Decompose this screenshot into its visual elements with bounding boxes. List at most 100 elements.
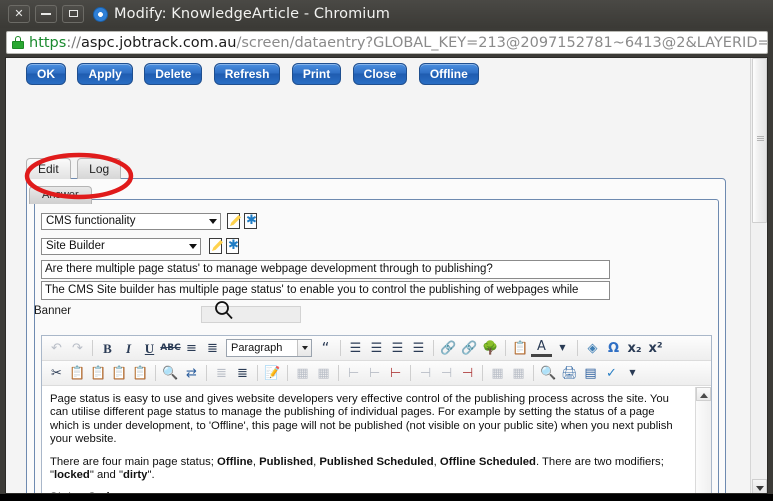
insert-column-before-icon[interactable]: ⊣	[415, 363, 436, 384]
italic-icon[interactable]: I	[118, 338, 139, 359]
address-bar[interactable]: https://aspc.jobtrack.com.au/screen/data…	[6, 31, 768, 54]
edit-subcategory-icon[interactable]	[209, 238, 224, 254]
scrollbar-thumb[interactable]	[752, 58, 767, 223]
indent-icon[interactable]: ≣	[232, 363, 253, 384]
unlink-icon[interactable]: 🔗	[459, 338, 480, 359]
apply-button[interactable]: Apply	[77, 63, 132, 85]
minimize-window-button[interactable]	[35, 5, 57, 23]
edit-source-icon[interactable]: 📝	[262, 363, 283, 384]
subscript-icon[interactable]: x₂	[624, 338, 645, 359]
toolbar-separator	[340, 340, 341, 356]
insert-table-icon[interactable]: ▦	[292, 363, 313, 384]
preview-icon[interactable]: 🔍	[538, 363, 559, 384]
superscript-icon[interactable]: x²	[645, 338, 666, 359]
new-category-icon[interactable]: ✱	[244, 213, 259, 229]
toolbar-separator	[206, 365, 207, 381]
p2-text-e: " and "	[90, 469, 123, 481]
bullet-list-icon[interactable]: ≡	[181, 338, 202, 359]
ok-button[interactable]: OK	[26, 63, 66, 85]
action-toolbar: OK Apply Delete Refresh Print Close Offl…	[6, 63, 752, 95]
paragraph-style-select[interactable]: Paragraph	[226, 339, 312, 357]
insert-template-icon[interactable]: 📋	[510, 338, 531, 359]
paste-word-icon[interactable]: 📋	[130, 363, 151, 384]
mouse-cursor-magnifier-icon	[214, 300, 236, 322]
special-character-icon[interactable]: Ω	[603, 338, 624, 359]
maximize-window-button[interactable]	[62, 5, 84, 23]
question-input[interactable]: Are there multiple page status' to manag…	[41, 260, 610, 279]
table-properties-icon[interactable]: ▦	[313, 363, 334, 384]
show-blocks-icon[interactable]: ▤	[580, 363, 601, 384]
copy-icon[interactable]: 📋	[67, 363, 88, 384]
insert-link-icon[interactable]: 🔗	[438, 338, 459, 359]
url-path: /screen/dataentry?GLOBAL_KEY=213@2097152…	[236, 35, 768, 51]
insert-image-icon[interactable]: 🌳	[480, 338, 501, 359]
paragraph-1: Page status is easy to use and gives web…	[50, 393, 686, 447]
remove-format-icon[interactable]: ◈	[582, 338, 603, 359]
category-select-value: CMS functionality	[46, 215, 135, 227]
underline-icon[interactable]: U	[139, 338, 160, 359]
paste-text-icon[interactable]: 📋	[109, 363, 130, 384]
strikethrough-icon[interactable]: ABC	[160, 338, 181, 359]
scrollbar-track[interactable]	[696, 401, 711, 494]
delete-row-icon[interactable]: ⊢	[385, 363, 406, 384]
spellcheck-dropdown-icon[interactable]: ▼	[622, 363, 643, 384]
status-published: Published	[259, 456, 313, 468]
category-select[interactable]: CMS functionality	[41, 213, 221, 230]
align-justify-icon[interactable]: ☰	[408, 338, 429, 359]
merge-cells-icon[interactable]: ▦	[487, 363, 508, 384]
split-cell-icon[interactable]: ▦	[508, 363, 529, 384]
numbered-list-icon[interactable]: ≣	[202, 338, 223, 359]
bold-icon[interactable]: B	[97, 338, 118, 359]
spellcheck-icon[interactable]: ✓	[601, 363, 622, 384]
redo-icon[interactable]: ↷	[67, 338, 88, 359]
tab-edit[interactable]: Edit	[26, 158, 71, 179]
tab-answer[interactable]: Answer	[29, 186, 92, 204]
blockquote-icon[interactable]: “	[315, 338, 336, 359]
browser-viewport: OK Apply Delete Refresh Print Close Offl…	[5, 57, 768, 494]
text-color-icon[interactable]: A	[531, 340, 552, 357]
editor-toolbar-row-2: ✂ 📋 📋 📋 📋 🔍 ⇄ ≣ ≣ 📝 ▦ ▦	[42, 361, 711, 386]
find-icon[interactable]: 🔍	[160, 363, 181, 384]
editor-content-area[interactable]: Page status is easy to use and gives web…	[42, 387, 711, 494]
offline-button[interactable]: Offline	[419, 63, 479, 85]
replace-icon[interactable]: ⇄	[181, 363, 202, 384]
delete-column-icon[interactable]: ⊣	[457, 363, 478, 384]
align-right-icon[interactable]: ☰	[387, 338, 408, 359]
toolbar-separator	[505, 340, 506, 356]
refresh-button[interactable]: Refresh	[214, 63, 281, 85]
insert-row-before-icon[interactable]: ⊢	[343, 363, 364, 384]
tab-log[interactable]: Log	[77, 158, 121, 179]
close-window-button[interactable]: ✕	[8, 5, 30, 23]
delete-button[interactable]: Delete	[144, 63, 202, 85]
text-color-dropdown-icon[interactable]: ▼	[552, 338, 573, 359]
undo-icon[interactable]: ↶	[46, 338, 67, 359]
chevron-down-icon	[189, 244, 197, 249]
lock-icon	[12, 36, 24, 49]
subcategory-select[interactable]: Site Builder	[41, 238, 201, 255]
insert-row-after-icon[interactable]: ⊢	[364, 363, 385, 384]
new-subcategory-icon[interactable]: ✱	[226, 238, 241, 254]
paste-icon[interactable]: 📋	[88, 363, 109, 384]
summary-input[interactable]: The CMS Site builder has multiple page s…	[41, 281, 610, 300]
toolbar-separator	[533, 365, 534, 381]
print-icon[interactable]: 🖨	[559, 363, 580, 384]
triangle-up-icon	[700, 393, 708, 398]
banner-label: Banner	[34, 305, 71, 317]
subcategory-select-value: Site Builder	[46, 240, 105, 252]
scroll-down-button[interactable]	[752, 479, 767, 494]
browser-scrollbar[interactable]	[750, 58, 767, 494]
modifier-dirty: dirty	[123, 469, 147, 481]
editor-scrollbar[interactable]	[695, 387, 711, 494]
cut-icon[interactable]: ✂	[46, 363, 67, 384]
outdent-icon[interactable]: ≣	[211, 363, 232, 384]
edit-category-icon[interactable]	[227, 213, 242, 229]
article-body[interactable]: Page status is easy to use and gives web…	[42, 387, 694, 494]
scroll-up-button[interactable]	[696, 387, 711, 401]
paragraph-2: There are four main page status; Offline…	[50, 456, 686, 483]
close-button[interactable]: Close	[353, 63, 408, 85]
status-offline: Offline	[217, 456, 253, 468]
align-center-icon[interactable]: ☰	[366, 338, 387, 359]
print-button[interactable]: Print	[292, 63, 341, 85]
align-left-icon[interactable]: ☰	[345, 338, 366, 359]
insert-column-after-icon[interactable]: ⊣	[436, 363, 457, 384]
